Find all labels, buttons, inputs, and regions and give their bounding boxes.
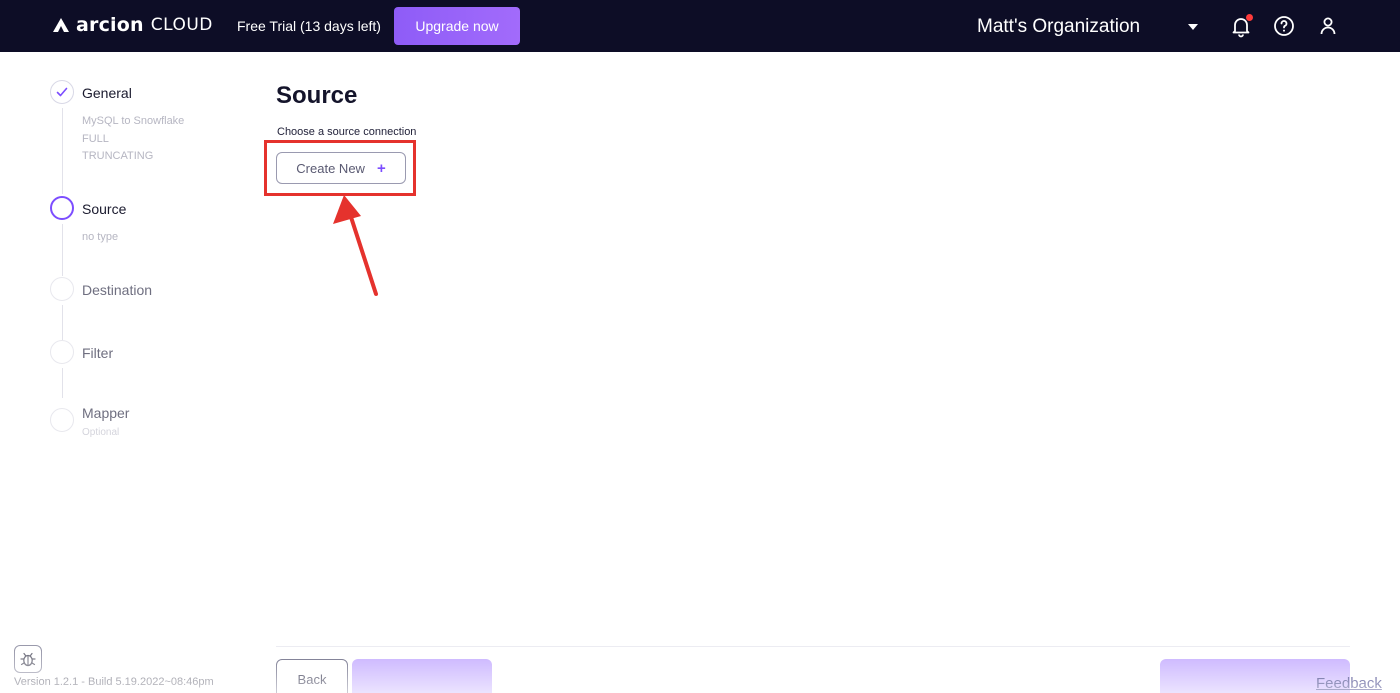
help-icon[interactable]	[1272, 14, 1296, 38]
logo-suffix: CLOUD	[150, 15, 213, 35]
user-icon[interactable]	[1316, 14, 1340, 38]
back-button[interactable]: Back	[276, 659, 348, 693]
step-filter-indicator	[50, 340, 74, 364]
test-connection-button[interactable]	[352, 659, 492, 693]
step-mapper-detail: Optional	[82, 427, 120, 438]
logo-wordmark: arcion	[76, 14, 144, 36]
annotation-highlight-box	[264, 140, 416, 196]
organization-name[interactable]: Matt's Organization	[977, 16, 1140, 38]
step-connector	[62, 305, 63, 340]
step-general-detail: MySQL to Snowflake	[82, 115, 185, 127]
step-destination-title[interactable]: Destination	[82, 282, 152, 298]
arcion-logo-icon	[53, 18, 69, 32]
step-general-detail: TRUNCATING	[82, 150, 154, 162]
arcion-logo[interactable]: arcion CLOUD	[52, 14, 213, 36]
free-trial-status: Free Trial (13 days left)	[237, 18, 381, 34]
check-icon	[56, 87, 68, 97]
step-connector	[62, 224, 63, 276]
step-filter-title[interactable]: Filter	[82, 345, 113, 361]
top-nav-bar: arcion CLOUD Free Trial (13 days left) U…	[0, 0, 1400, 52]
step-general-detail: FULL	[82, 133, 109, 145]
step-source-title[interactable]: Source	[82, 201, 126, 217]
step-destination-indicator	[50, 277, 74, 301]
footer-divider	[276, 646, 1350, 647]
bug-icon	[20, 652, 36, 667]
step-source-detail: no type	[82, 231, 119, 243]
page-title: Source	[276, 82, 358, 109]
chevron-down-icon[interactable]	[1188, 24, 1198, 30]
step-mapper-indicator	[50, 408, 74, 432]
app-page: arcion CLOUD Free Trial (13 days left) U…	[0, 0, 1400, 693]
feedback-link[interactable]: Feedback	[1316, 675, 1382, 692]
step-mapper-title[interactable]: Mapper	[82, 405, 129, 421]
annotation-arrow	[333, 195, 378, 296]
step-source-indicator	[50, 196, 74, 220]
step-connector	[62, 368, 63, 398]
notification-badge	[1246, 14, 1253, 21]
upgrade-button[interactable]: Upgrade now	[394, 7, 520, 45]
bug-report-button[interactable]	[14, 645, 42, 673]
version-info: Version 1.2.1 - Build 5.19.2022~08:46pm	[14, 676, 214, 688]
step-general-title[interactable]: General	[82, 85, 132, 101]
step-connector	[62, 108, 63, 194]
page-subtitle: Choose a source connection	[277, 126, 417, 138]
